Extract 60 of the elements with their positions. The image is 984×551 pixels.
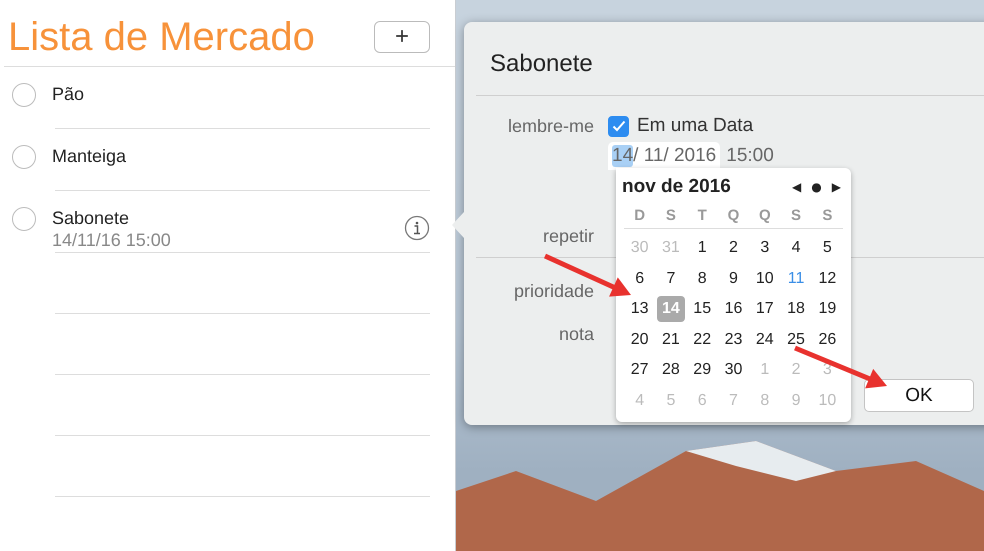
calendar-day[interactable]: 9 (719, 266, 748, 292)
calendar-day[interactable]: 7 (656, 266, 685, 292)
weekday-label: D (634, 206, 646, 224)
calendar-day[interactable]: 24 (750, 326, 779, 353)
check-icon (612, 120, 626, 132)
reminder-title: Sabonete (52, 207, 130, 229)
calendar-day[interactable]: 4 (782, 235, 810, 262)
calendar-day[interactable]: 27 (626, 357, 654, 384)
calendar-day[interactable]: 30 (719, 357, 748, 384)
reminder-title: Manteiga (52, 145, 126, 167)
calendar-day[interactable]: 17 (750, 296, 779, 322)
month-label: nov de 2016 (622, 176, 731, 198)
weekday-label: Q (758, 206, 771, 224)
calendar-day[interactable]: 29 (688, 357, 716, 384)
weekday-label: S (822, 206, 832, 224)
calendar-nav-button[interactable]: ▶ (832, 180, 841, 194)
ok-button[interactable]: OK (864, 379, 974, 412)
complete-checkbox[interactable] (12, 83, 36, 107)
calendar-day[interactable]: 26 (813, 326, 842, 353)
field-label: repetir (542, 225, 594, 248)
weekday-label: T (698, 206, 707, 224)
checkbox[interactable] (608, 116, 629, 136)
calendar-nav-button[interactable]: ◀ (792, 180, 802, 194)
calendar-day[interactable]: 22 (688, 326, 716, 353)
field-label: lembre-me (508, 115, 594, 138)
calendar-day[interactable]: 2 (719, 235, 748, 262)
weekday-label: Q (728, 206, 740, 224)
calendar-day[interactable]: 13 (626, 296, 654, 322)
calendar-day[interactable]: 6 (626, 266, 654, 292)
weekday-label: S (666, 206, 676, 224)
calendar-nav-button[interactable]: ● (811, 180, 822, 194)
field-label: prioridade (514, 280, 594, 303)
time-field[interactable]: 15:00 (726, 145, 774, 167)
calendar-day[interactable]: 12 (813, 266, 842, 292)
complete-checkbox[interactable] (12, 145, 36, 169)
calendar-day[interactable]: 15 (688, 296, 716, 322)
calendar-day[interactable]: 16 (719, 296, 748, 322)
popover-title: Sabonete (489, 49, 594, 79)
calendar-day[interactable]: 28 (656, 357, 685, 384)
calendar-day[interactable]: 25 (782, 326, 810, 353)
weekday-label: S (791, 206, 802, 224)
calendar-day[interactable]: 1 (688, 235, 716, 262)
calendar-day[interactable]: 8 (688, 266, 716, 292)
calendar-day[interactable]: 21 (656, 326, 685, 353)
field-label: nota (558, 323, 594, 346)
calendar-day[interactable]: 20 (626, 326, 654, 353)
checkbox-label: Em uma Data (637, 115, 754, 137)
reminder-date: 14/11/16 15:00 (52, 229, 171, 251)
info-icon[interactable] (404, 215, 430, 241)
calendar-day[interactable]: 19 (813, 296, 842, 322)
calendar-day[interactable]: 18 (782, 296, 810, 322)
calendar-day[interactable]: 10 (750, 266, 779, 292)
reminder-title: Pão (52, 83, 84, 105)
calendar-day[interactable]: 23 (719, 326, 748, 353)
calendar-day[interactable]: 3 (750, 235, 779, 262)
date-field[interactable]: 14/ 11/ 2016 (608, 142, 720, 170)
list-title: Lista de Mercado (8, 14, 315, 60)
add-button[interactable]: + (374, 21, 430, 53)
complete-checkbox[interactable] (12, 207, 36, 231)
calendar-day[interactable]: 5 (813, 235, 842, 262)
